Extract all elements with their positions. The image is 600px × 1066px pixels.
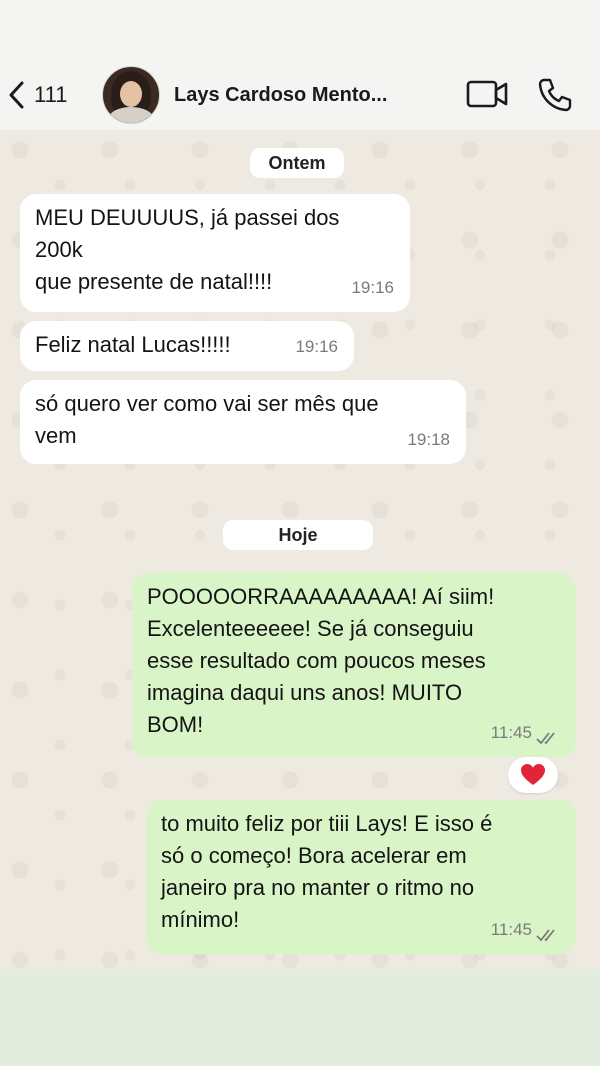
back-button[interactable]: 111 bbox=[6, 78, 67, 112]
message-reaction[interactable] bbox=[508, 757, 558, 793]
message-bubble-outgoing[interactable]: POOOOORRAAAAAAAAA! Aí siim! Excelenteeee… bbox=[132, 573, 576, 757]
message-time: 19:16 bbox=[351, 278, 394, 297]
message-text: Feliz natal Lucas!!!!! bbox=[35, 332, 231, 357]
double-check-icon bbox=[536, 929, 555, 942]
double-check-icon bbox=[536, 732, 555, 745]
voice-call-button[interactable] bbox=[536, 76, 574, 119]
video-call-button[interactable] bbox=[466, 76, 510, 117]
message-time: 11:45 bbox=[490, 723, 532, 742]
message-time: 11:45 bbox=[490, 920, 532, 939]
bottom-area bbox=[0, 970, 600, 1066]
contact-name[interactable]: Lays Cardoso Mento... bbox=[174, 84, 387, 107]
message-bubble-incoming[interactable]: MEU DEUUUUS, já passei dos 200k que pres… bbox=[20, 194, 410, 312]
unread-count: 111 bbox=[34, 82, 68, 107]
message-text: MEU DEUUUUS, já passei dos 200k que pres… bbox=[35, 205, 340, 294]
chat-header: 111 Lays Cardoso Mento... bbox=[0, 0, 600, 130]
chevron-left-icon bbox=[9, 81, 24, 109]
heart-icon bbox=[521, 764, 545, 785]
message-bubble-incoming[interactable]: Feliz natal Lucas!!!!! 19:16 bbox=[20, 321, 354, 371]
phone-icon bbox=[538, 78, 572, 112]
message-bubble-incoming[interactable]: só quero ver como vai ser mês que vem 19… bbox=[20, 380, 466, 464]
date-divider-yesterday: Ontem bbox=[250, 148, 344, 178]
message-time: 19:16 bbox=[295, 337, 338, 356]
date-divider-today: Hoje bbox=[223, 520, 373, 550]
video-camera-icon bbox=[466, 80, 508, 108]
avatar[interactable] bbox=[102, 66, 160, 124]
message-time: 19:18 bbox=[407, 430, 450, 449]
message-bubble-outgoing[interactable]: to muito feliz por tiii Lays! E isso é s… bbox=[146, 800, 576, 954]
message-text: só quero ver como vai ser mês que vem bbox=[35, 391, 379, 448]
